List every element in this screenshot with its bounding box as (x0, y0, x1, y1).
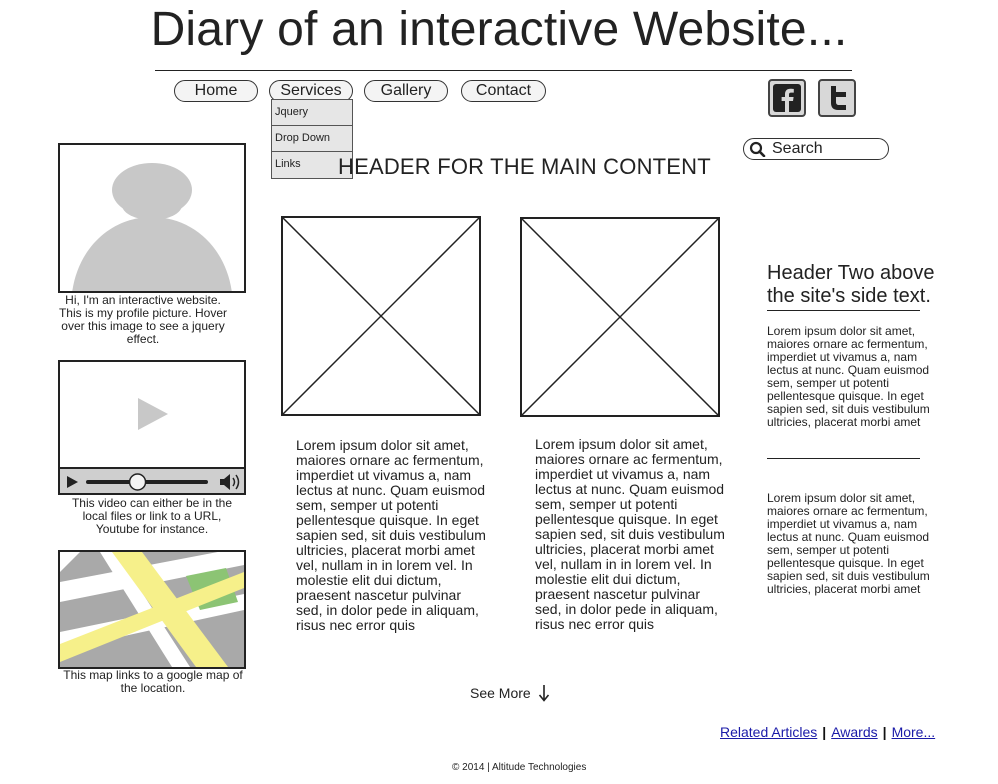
nav-contact-button[interactable]: Contact (461, 80, 546, 102)
image-placeholder-cross (282, 217, 480, 415)
video-player[interactable] (58, 360, 246, 495)
twitter-icon (831, 86, 846, 110)
profile-caption: Hi, I'm an interactive website. This is … (58, 293, 228, 346)
main-column-2-text: Lorem ipsum dolor sit amet, maiores orna… (535, 436, 725, 632)
copyright-notice: © 2014 | Altitude Technologies (452, 762, 586, 773)
image-placeholder-1 (281, 216, 481, 416)
play-icon[interactable] (60, 362, 244, 466)
search-icon (749, 141, 766, 157)
video-controls (60, 467, 244, 493)
image-placeholder-cross (521, 218, 719, 416)
dropdown-item-drop-down[interactable]: Drop Down (272, 126, 352, 152)
arrow-down-icon (538, 685, 549, 702)
map-image (60, 552, 244, 667)
search-input[interactable]: Search (743, 138, 889, 160)
footer-link-more[interactable]: More... (892, 724, 936, 740)
footer-links: Related Articles | Awards | More... (720, 724, 935, 740)
facebook-icon (773, 84, 801, 112)
video-caption: This video can either be in the local fi… (71, 496, 233, 536)
side-paragraph-2: Lorem ipsum dolor sit amet, maiores orna… (767, 491, 930, 596)
main-content-header: HEADER FOR THE MAIN CONTENT (338, 154, 711, 179)
copyright-icon: © (452, 762, 460, 773)
footer-separator: | (822, 724, 827, 740)
see-more-link[interactable]: See More (470, 684, 550, 702)
video-controls-graphics (67, 473, 240, 491)
nav-home-button[interactable]: Home (174, 80, 258, 102)
nav-gallery-button[interactable]: Gallery (364, 80, 448, 102)
search-placeholder: Search (772, 140, 823, 157)
footer-separator: | (882, 724, 887, 740)
image-placeholder-2 (520, 217, 720, 417)
side-divider-2 (767, 458, 920, 459)
map-caption: This map links to a google map of the lo… (63, 668, 243, 695)
side-header: Header Two above the site's side text. (767, 262, 935, 307)
volume-icon (220, 474, 240, 490)
site-title: Diary of an interactive Website... (150, 3, 848, 56)
avatar-silhouette (72, 163, 232, 291)
map-link[interactable] (58, 550, 246, 669)
play-control-icon (67, 476, 78, 488)
facebook-button[interactable] (768, 79, 806, 117)
copyright-text: 2014 | Altitude Technologies (462, 762, 587, 773)
footer-link-awards[interactable]: Awards (831, 724, 877, 740)
side-divider-1 (767, 310, 920, 311)
profile-picture[interactable] (58, 143, 246, 293)
seek-handle (128, 473, 147, 491)
twitter-button[interactable] (818, 79, 856, 117)
main-column-1-text: Lorem ipsum dolor sit amet, maiores orna… (296, 437, 486, 633)
dropdown-item-jquery[interactable]: Jquery (272, 100, 352, 126)
title-divider (155, 70, 852, 71)
footer-link-related-articles[interactable]: Related Articles (720, 724, 817, 740)
side-paragraph-1: Lorem ipsum dolor sit amet, maiores orna… (767, 324, 930, 429)
see-more-label: See More (470, 685, 531, 701)
